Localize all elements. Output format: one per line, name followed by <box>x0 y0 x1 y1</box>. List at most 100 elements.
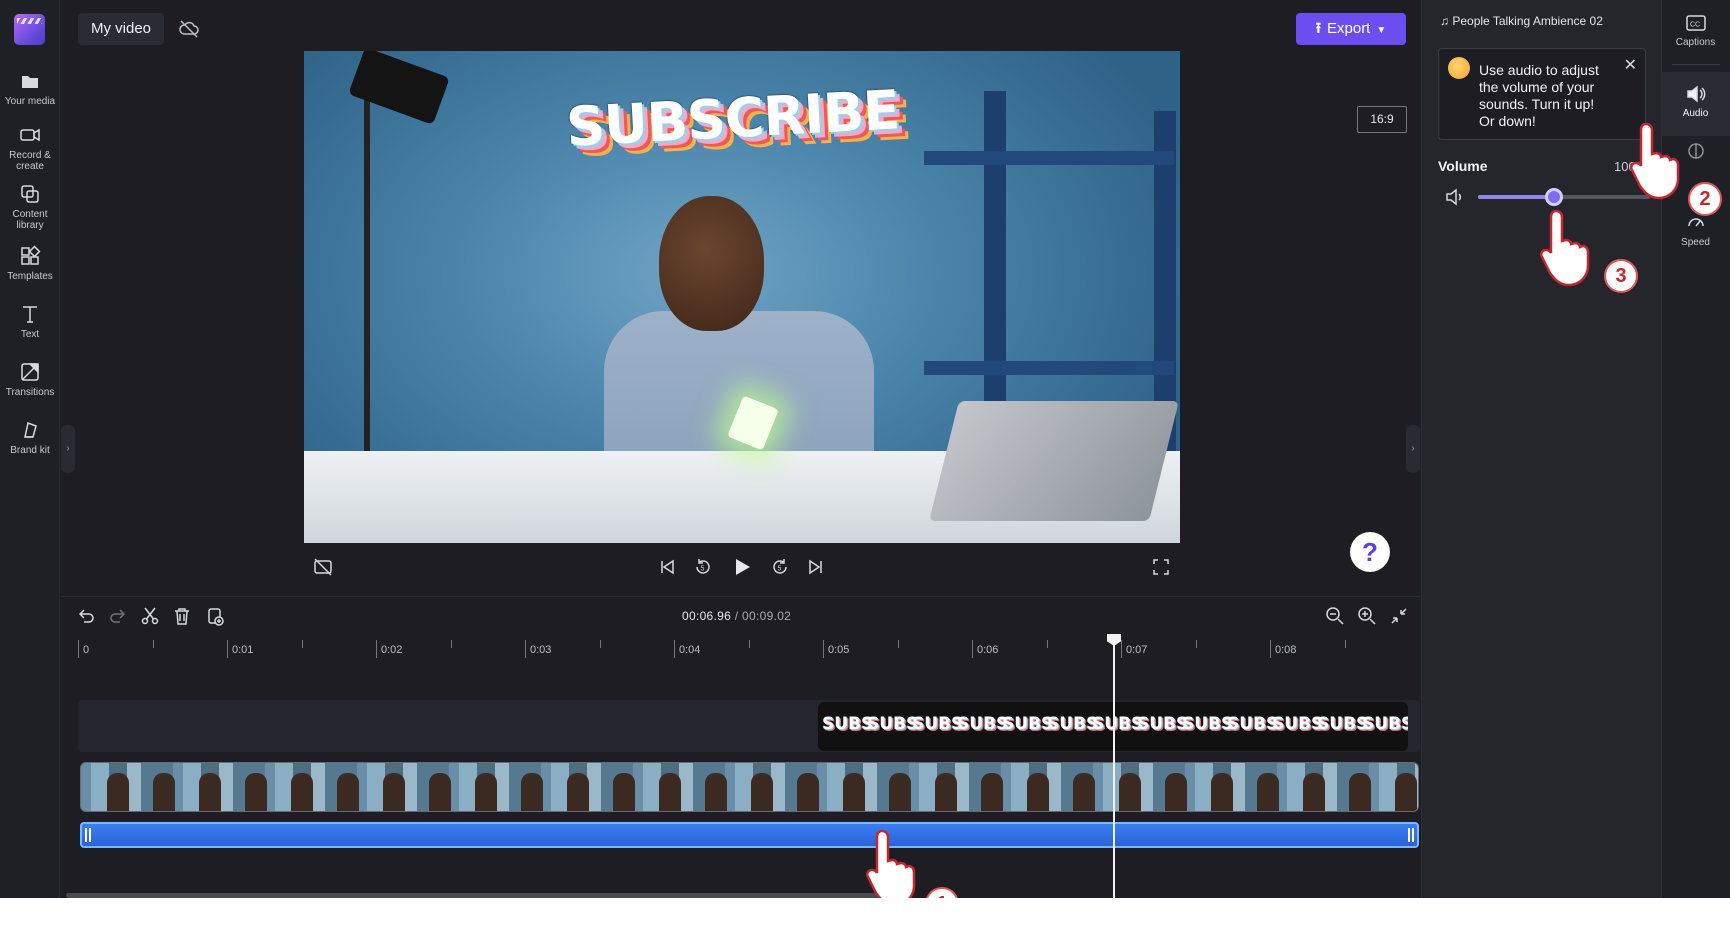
video-frame-thumbnail <box>1027 773 1049 811</box>
audio-trim-handle-left[interactable] <box>85 828 91 842</box>
app-logo[interactable] <box>14 14 45 45</box>
step-badge-3: 3 <box>1604 259 1638 293</box>
ruler-label: 0:03 <box>530 644 552 656</box>
video-frame-thumbnail <box>153 773 175 811</box>
tab-audio[interactable]: Audio <box>1661 83 1730 119</box>
laptop <box>929 401 1179 521</box>
ruler-subtick <box>1046 640 1048 648</box>
text-icon <box>19 303 41 325</box>
cloud-off-icon[interactable] <box>178 19 200 39</box>
audio-track-title: ♫ People Talking Ambience 02 <box>1440 14 1603 28</box>
ruler-label: 0:07 <box>1126 644 1148 656</box>
project-title[interactable]: My video <box>78 13 164 45</box>
video-frame-thumbnail <box>1119 773 1141 811</box>
fullscreen-icon[interactable] <box>1150 556 1172 578</box>
sidebar-item-label: Templates <box>7 271 53 282</box>
skip-forward-icon[interactable] <box>805 556 827 578</box>
redo-icon[interactable] <box>107 605 129 627</box>
sidebar-item-your-media[interactable]: Your media <box>0 70 60 107</box>
ruler-tick <box>674 640 675 658</box>
time-separator: / <box>734 609 739 623</box>
duplicate-icon[interactable] <box>204 605 226 627</box>
shelf-board <box>924 151 1174 165</box>
audio-trim-handle-right[interactable] <box>1408 828 1414 842</box>
video-frame-thumbnail <box>1257 773 1279 811</box>
current-time: 00:06.96 <box>682 609 732 623</box>
volume-slider-thumb[interactable] <box>1544 188 1563 206</box>
audio-icon <box>1685 83 1707 105</box>
sidebar-item-brand-kit[interactable]: Brand kit <box>0 419 60 456</box>
volume-slider-fill <box>1478 195 1554 199</box>
play-icon[interactable] <box>731 556 753 578</box>
zoom-out-icon[interactable] <box>1324 605 1346 627</box>
video-frame-thumbnail <box>613 773 635 811</box>
video-clip[interactable] <box>80 762 1419 812</box>
page-background <box>0 898 1730 931</box>
playhead-line[interactable] <box>1113 636 1115 898</box>
ruler-subtick <box>897 640 899 648</box>
left-panel-toggle[interactable]: › <box>61 425 75 473</box>
shelf-board <box>924 361 1174 375</box>
sticker-thumbnail: SUBS <box>1092 714 1144 734</box>
audio-tip-popover: Use audio to adjust the volume of your s… <box>1438 48 1646 140</box>
tab-captions[interactable]: CC Captions <box>1661 12 1730 48</box>
ruler-label: 0:05 <box>828 644 850 656</box>
track-name: People Talking Ambience 02 <box>1452 14 1603 28</box>
timeline-ruler[interactable]: 0 0:01 0:02 0:03 0:04 0:05 0:06 0:07 0:08 <box>78 640 1420 660</box>
sidebar-item-templates[interactable]: Templates <box>0 245 60 282</box>
tip-text: Use audio to adjust the volume of your s… <box>1479 62 1599 129</box>
video-frame-thumbnail <box>567 773 589 811</box>
sticker-thumbnail: SUBS <box>1272 714 1324 734</box>
sidebar-item-label: Text <box>20 329 40 340</box>
fit-timeline-icon[interactable] <box>1388 605 1410 627</box>
ruler-tick <box>823 640 824 658</box>
export-button[interactable]: ⭱ Export ▼ <box>1296 13 1406 45</box>
video-frame-thumbnail <box>429 773 451 811</box>
svg-text:5: 5 <box>701 566 705 573</box>
scissors-icon[interactable] <box>139 605 161 627</box>
video-frame-thumbnail <box>889 773 911 811</box>
left-sidebar: Your media Record & create Content libra… <box>0 0 60 898</box>
emoji-icon <box>1448 57 1470 79</box>
pointer-hand-icon <box>1534 205 1598 287</box>
zoom-in-icon[interactable] <box>1356 605 1378 627</box>
speaker-icon[interactable] <box>1444 186 1466 208</box>
audio-clip[interactable] <box>80 822 1419 848</box>
sticker-thumbnail: SUBS <box>1002 714 1054 734</box>
close-icon[interactable]: ✕ <box>1624 55 1637 75</box>
tab-separator <box>1672 64 1720 65</box>
sidebar-item-record-create[interactable]: Record & create <box>0 124 60 172</box>
ruler-tick <box>376 640 377 658</box>
help-button[interactable]: ? <box>1350 532 1390 572</box>
tab-speed[interactable]: Speed <box>1661 212 1730 248</box>
ruler-tick <box>78 640 79 658</box>
sidebar-item-content-library[interactable]: Content library <box>0 183 60 231</box>
right-panel-toggle[interactable]: › <box>1406 425 1420 473</box>
trash-icon[interactable] <box>171 605 193 627</box>
video-frame-thumbnail <box>843 773 865 811</box>
video-frame-thumbnail <box>291 773 313 811</box>
tab-label: Captions <box>1675 37 1716 48</box>
sidebar-item-transitions[interactable]: Transitions <box>0 361 60 398</box>
subscribe-sticker[interactable]: SUBSCRIBE <box>565 78 901 158</box>
forward-5-icon[interactable]: 5 <box>769 556 791 578</box>
ruler-subtick <box>450 640 452 648</box>
ruler-label: 0:08 <box>1275 644 1297 656</box>
skip-back-icon[interactable] <box>656 556 678 578</box>
aspect-ratio-button[interactable]: 16:9 <box>1357 106 1407 133</box>
undo-icon[interactable] <box>75 605 97 627</box>
sticker-thumbnail: SUBS <box>1407 714 1408 734</box>
folder-icon <box>19 70 41 92</box>
ruler-label: 0:06 <box>977 644 999 656</box>
captions-off-icon[interactable] <box>312 556 334 578</box>
rewind-5-icon[interactable]: 5 <box>692 556 714 578</box>
light-stand <box>364 61 370 491</box>
video-frame-thumbnail <box>751 773 773 811</box>
captions-icon: CC <box>1685 12 1707 34</box>
presenter-head <box>659 196 764 331</box>
sidebar-item-text[interactable]: Text <box>0 303 60 340</box>
sticker-thumbnail: SUBS <box>1182 714 1234 734</box>
sidebar-item-label: Brand kit <box>10 445 50 456</box>
video-preview[interactable]: SUBSCRIBE <box>304 51 1180 543</box>
sticker-thumbnail: SUBS <box>1047 714 1099 734</box>
